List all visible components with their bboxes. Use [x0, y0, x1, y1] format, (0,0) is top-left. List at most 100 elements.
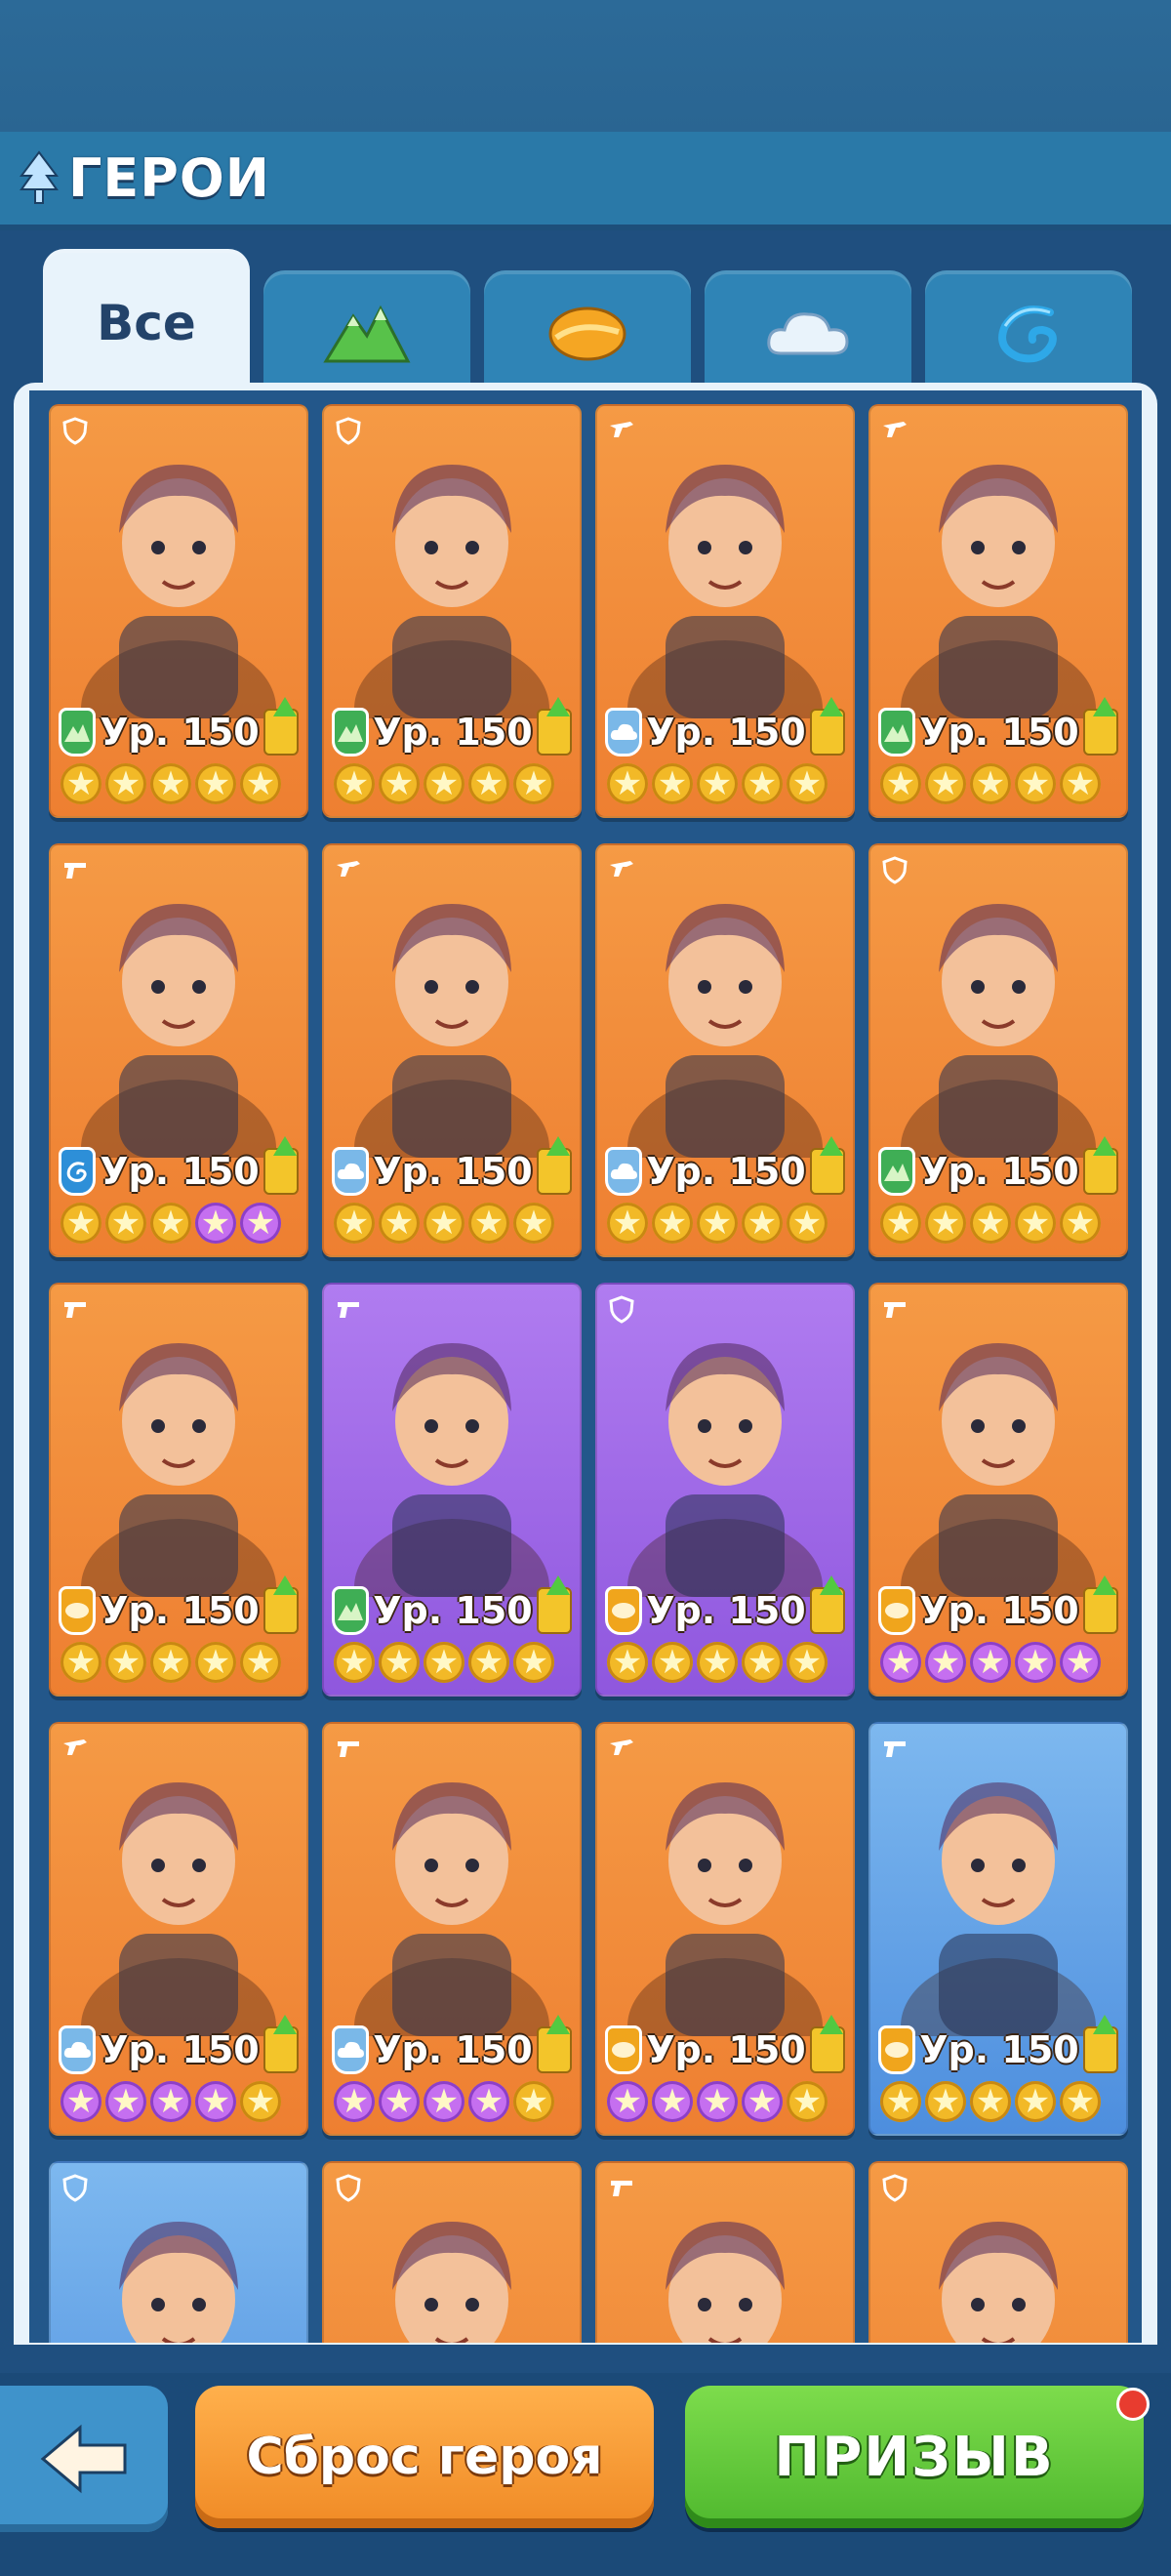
upgrade-arrow-icon [809, 1575, 845, 1634]
gold-star-icon: ★ [880, 763, 921, 804]
gold-star-icon: ★ [1060, 2081, 1101, 2122]
desert-element-icon [878, 2025, 916, 2074]
hero-card[interactable]: Ур. 150 ★ ★ ★ ★ ★ [868, 1283, 1128, 1697]
hero-portrait [617, 1304, 833, 1656]
gold-star-icon: ★ [652, 763, 693, 804]
hero-level-row: Ур. 150 [878, 697, 1118, 759]
hero-stars: ★ ★ ★ ★ ★ [607, 1642, 828, 1683]
hero-card[interactable]: Ур. 150 ★ ★ ★ ★ ★ [49, 843, 308, 1257]
gold-star-icon: ★ [513, 1642, 554, 1683]
hero-card[interactable] [868, 2161, 1128, 2343]
gold-star-icon: ★ [742, 763, 783, 804]
hero-portrait [343, 1304, 560, 1656]
gold-star-icon: ★ [195, 763, 236, 804]
mountain-icon [323, 305, 411, 363]
hero-level-row: Ур. 150 [878, 1136, 1118, 1199]
hero-card[interactable] [49, 2161, 308, 2343]
summon-button[interactable]: ПРИЗЫВ [685, 2386, 1144, 2528]
hero-card[interactable]: Ур. 150 ★ ★ ★ ★ ★ [595, 1722, 855, 2136]
gold-star-icon: ★ [240, 2081, 281, 2122]
reset-hero-button[interactable]: Сброс героя [195, 2386, 654, 2528]
tab-all-label: Все [97, 295, 196, 351]
hero-portrait [343, 2183, 560, 2343]
purple-star-icon: ★ [105, 2081, 146, 2122]
forest-element-icon [878, 708, 916, 756]
purple-star-icon: ★ [240, 1203, 281, 1244]
hero-level: Ур. 150 [919, 1589, 1079, 1632]
hero-card[interactable]: Ур. 150 ★ ★ ★ ★ ★ [322, 404, 582, 818]
hero-level: Ур. 150 [373, 711, 533, 754]
gold-star-icon: ★ [787, 1203, 828, 1244]
gold-star-icon: ★ [379, 1203, 420, 1244]
gold-star-icon: ★ [697, 1203, 738, 1244]
gold-star-icon: ★ [195, 1642, 236, 1683]
forest-element-icon [332, 1586, 370, 1635]
hero-stars: ★ ★ ★ ★ ★ [607, 2081, 828, 2122]
hero-level: Ур. 150 [646, 1589, 806, 1632]
hero-level: Ур. 150 [373, 1589, 533, 1632]
hero-card[interactable]: Ур. 150 ★ ★ ★ ★ ★ [322, 843, 582, 1257]
hero-card[interactable]: Ур. 150 ★ ★ ★ ★ ★ [595, 404, 855, 818]
hero-stars: ★ ★ ★ ★ ★ [334, 1203, 554, 1244]
tab-desert[interactable] [484, 270, 691, 397]
hero-card[interactable] [595, 2161, 855, 2343]
hero-card[interactable]: Ур. 150 ★ ★ ★ ★ ★ [595, 843, 855, 1257]
hero-level: Ур. 150 [100, 1150, 260, 1193]
hero-level: Ур. 150 [646, 2028, 806, 2071]
hero-stars: ★ ★ ★ ★ ★ [334, 763, 554, 804]
hero-stars: ★ ★ ★ ★ ★ [880, 2081, 1101, 2122]
hero-stars: ★ ★ ★ ★ ★ [61, 763, 281, 804]
hero-card[interactable]: Ур. 150 ★ ★ ★ ★ ★ [322, 1722, 582, 2136]
upgrade-arrow-icon [262, 697, 299, 756]
gold-star-icon: ★ [468, 763, 509, 804]
hero-card[interactable]: Ур. 150 ★ ★ ★ ★ ★ [49, 1283, 308, 1697]
hero-grid-viewport[interactable]: Ур. 150 ★ ★ ★ ★ ★ Ур. 150 ★ ★ ★ ★ ★ Ур. 150 ★ ★ ★ ★ ★ Ур. … [29, 390, 1142, 2343]
hero-level-row: Ур. 150 [59, 697, 299, 759]
hero-level: Ур. 150 [646, 711, 806, 754]
gold-star-icon: ★ [334, 1642, 375, 1683]
gold-star-icon: ★ [240, 1642, 281, 1683]
tab-cloud[interactable] [705, 270, 911, 397]
top-band [0, 0, 1171, 132]
gold-star-icon: ★ [513, 2081, 554, 2122]
upgrade-arrow-icon [262, 1136, 299, 1195]
cloud-element-icon [332, 1147, 370, 1196]
hero-card[interactable]: Ур. 150 ★ ★ ★ ★ ★ [49, 404, 308, 818]
hero-level: Ур. 150 [919, 711, 1079, 754]
hero-card[interactable] [322, 2161, 582, 2343]
back-button[interactable] [0, 2386, 168, 2532]
tab-forest[interactable] [263, 270, 470, 397]
gold-star-icon: ★ [334, 1203, 375, 1244]
hero-card[interactable]: Ур. 150 ★ ★ ★ ★ ★ [49, 1722, 308, 2136]
upgrade-arrow-icon [1082, 2015, 1118, 2073]
hero-card[interactable]: Ур. 150 ★ ★ ★ ★ ★ [322, 1283, 582, 1697]
upgrade-arrow-icon [262, 1575, 299, 1634]
gold-star-icon: ★ [880, 1203, 921, 1244]
gold-star-icon: ★ [697, 763, 738, 804]
hero-portrait [70, 865, 287, 1216]
desert-element-icon [605, 2025, 643, 2074]
hero-portrait [343, 426, 560, 777]
tab-ocean[interactable] [925, 270, 1132, 397]
gold-star-icon: ★ [925, 763, 966, 804]
gold-star-icon: ★ [424, 1642, 464, 1683]
cloud-element-icon [605, 708, 643, 756]
gold-star-icon: ★ [150, 1642, 191, 1683]
gold-star-icon: ★ [787, 2081, 828, 2122]
element-tabs: Все [43, 249, 1132, 397]
hero-portrait [890, 2183, 1107, 2343]
hero-portrait [343, 865, 560, 1216]
gold-star-icon: ★ [970, 2081, 1011, 2122]
hero-card[interactable]: Ур. 150 ★ ★ ★ ★ ★ [868, 843, 1128, 1257]
hero-portrait [70, 2183, 287, 2343]
hero-card[interactable]: Ур. 150 ★ ★ ★ ★ ★ [868, 404, 1128, 818]
upgrade-arrow-icon [1082, 1575, 1118, 1634]
purple-star-icon: ★ [150, 2081, 191, 2122]
purple-star-icon: ★ [652, 2081, 693, 2122]
tab-all[interactable]: Все [43, 249, 250, 397]
gold-star-icon: ★ [513, 1203, 554, 1244]
hero-card[interactable]: Ур. 150 ★ ★ ★ ★ ★ [595, 1283, 855, 1697]
hero-card[interactable]: Ур. 150 ★ ★ ★ ★ ★ [868, 1722, 1128, 2136]
desert-element-icon [605, 1586, 643, 1635]
hero-level: Ур. 150 [100, 1589, 260, 1632]
